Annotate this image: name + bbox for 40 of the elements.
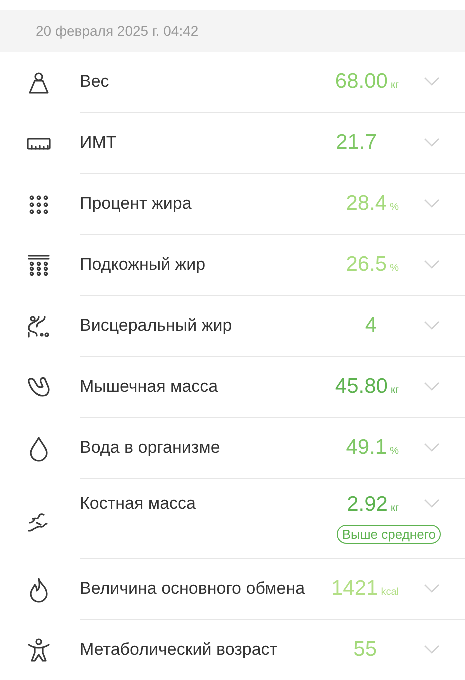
metric-unit: %: [390, 446, 399, 457]
metric-label: Мышечная масса: [80, 376, 220, 398]
metric-label: ИМТ: [80, 132, 118, 154]
date-time: 20 февраля 2025 г. 04:42: [36, 23, 199, 39]
metric-value: 1421: [331, 577, 378, 601]
chevron-down-icon[interactable]: [424, 584, 440, 594]
metric-value: 28.4: [346, 192, 388, 216]
metric-label: Вода в организме: [80, 437, 222, 459]
chevron-down-icon[interactable]: [424, 443, 440, 453]
metric-unit: kcal: [381, 587, 399, 598]
metric-value: 4: [365, 314, 377, 338]
metric-value: 55: [354, 638, 377, 662]
metric-unit: кг: [390, 80, 399, 91]
chevron-down-icon[interactable]: [424, 77, 440, 87]
metric-value: 45.80: [335, 375, 388, 399]
chevron-down-icon[interactable]: [424, 645, 440, 655]
metric-unit: %: [390, 202, 399, 213]
chevron-down-icon[interactable]: [424, 499, 440, 509]
metric-value: 68.00: [335, 70, 388, 94]
metric-value: 2.92: [347, 493, 388, 517]
metric-unit: %: [390, 263, 399, 274]
metric-value: 26.5: [346, 253, 388, 277]
metric-label: Подкожный жир: [80, 254, 207, 276]
chevron-down-icon[interactable]: [424, 199, 440, 209]
metric-value: 49.1: [346, 436, 388, 460]
metric-unit: кг: [390, 503, 399, 514]
chevron-down-icon[interactable]: [424, 321, 440, 331]
status-tag: Выше среднего: [337, 525, 441, 544]
person-icon: [25, 636, 53, 664]
chevron-down-icon[interactable]: [424, 260, 440, 270]
metric-label: Костная масса: [80, 493, 198, 515]
metric-unit: кг: [390, 385, 399, 396]
metric-label: Метаболический возраст: [80, 639, 279, 661]
metric-label: Вес: [80, 71, 110, 93]
metric-label: Висцеральный жир: [80, 315, 234, 337]
metric-label: Величина основного обмена: [80, 578, 306, 600]
chevron-down-icon[interactable]: [424, 382, 440, 392]
chevron-down-icon[interactable]: [424, 138, 440, 148]
metric-label: Процент жира: [80, 193, 193, 215]
metric-value: 21.7: [336, 131, 377, 155]
